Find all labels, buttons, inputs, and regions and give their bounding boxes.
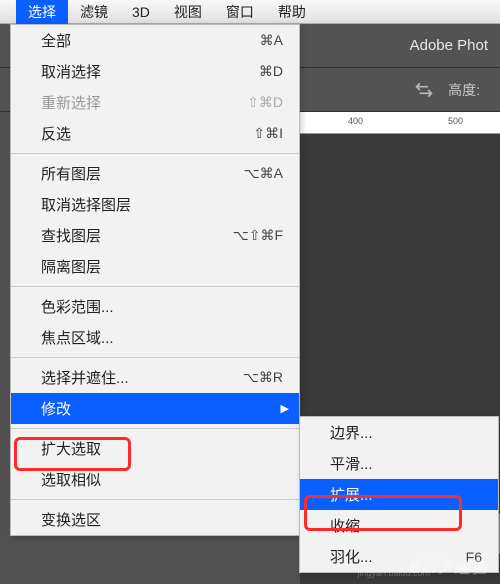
menubar-item-filter[interactable]: 滤镜: [68, 0, 120, 24]
menu-item-label: 选取相似: [41, 469, 101, 490]
menu-item-label: 隔离图层: [41, 256, 101, 277]
menu-item-label: 查找图层: [41, 225, 101, 246]
submenu-arrow-icon: ▶: [281, 402, 289, 415]
menu-item-label: 修改: [41, 398, 71, 419]
menu-item-label: 所有图层: [41, 163, 101, 184]
menu-shortcut: ⇧⌘D: [247, 94, 283, 111]
menu-separator: [11, 286, 299, 287]
watermark: Bai㐅经验: [409, 554, 488, 578]
submenu-item-label: 收缩...: [330, 515, 373, 536]
menubar-item-select[interactable]: 选择: [16, 0, 68, 24]
menu-item[interactable]: 色彩范围...: [11, 291, 299, 322]
menu-item-label: 反选: [41, 123, 71, 144]
submenu-item-label: 平滑...: [330, 453, 373, 474]
select-menu-dropdown: 全部 ⌘A 取消选择 ⌘D 重新选择 ⇧⌘D 反选 ⇧⌘I 所有图层 ⌥⌘A 取消选择图层查找图层 ⌥…: [10, 24, 300, 536]
menu-item[interactable]: 焦点区域...: [11, 322, 299, 353]
menu-item[interactable]: 选取相似: [11, 464, 299, 495]
menu-item-label: 取消选择图层: [41, 194, 131, 215]
ruler: 400 500: [300, 112, 500, 134]
menu-item[interactable]: 取消选择图层: [11, 189, 299, 220]
swap-icon[interactable]: [414, 80, 434, 100]
submenu-item-label: 边界...: [330, 422, 373, 443]
menu-separator: [11, 499, 299, 500]
app-title: Adobe Phot: [410, 37, 488, 54]
menu-item-label: 变换选区: [41, 509, 101, 530]
submenu-item[interactable]: 平滑...: [300, 448, 498, 479]
menu-shortcut: ⇧⌘I: [253, 125, 283, 142]
menu-item[interactable]: 取消选择 ⌘D: [11, 56, 299, 87]
menu-item[interactable]: 查找图层 ⌥⇧⌘F: [11, 220, 299, 251]
menu-item-label: 重新选择: [41, 92, 101, 113]
submenu-item[interactable]: 扩展...: [300, 479, 498, 510]
menu-item[interactable]: 选择并遮住... ⌥⌘R: [11, 362, 299, 393]
menu-item-label: 焦点区域...: [41, 327, 114, 348]
menu-separator: [11, 357, 299, 358]
menu-item[interactable]: 所有图层 ⌥⌘A: [11, 158, 299, 189]
menu-item[interactable]: 变换选区: [11, 504, 299, 535]
submenu-item[interactable]: 收缩...: [300, 510, 498, 541]
menu-item: 重新选择 ⇧⌘D: [11, 87, 299, 118]
menu-item-label: 取消选择: [41, 61, 101, 82]
modify-submenu: 边界...平滑...扩展...收缩...羽化...F6: [299, 416, 499, 573]
menu-separator: [11, 428, 299, 429]
submenu-item-label: 羽化...: [330, 546, 373, 567]
menubar-item-window[interactable]: 窗口: [214, 0, 266, 24]
menubar-item-view[interactable]: 视图: [162, 0, 214, 24]
ruler-mark: 500: [448, 116, 463, 126]
menu-item[interactable]: 反选 ⇧⌘I: [11, 118, 299, 149]
menu-item[interactable]: 扩大选取: [11, 433, 299, 464]
menubar-item-3d[interactable]: 3D: [120, 2, 162, 22]
menubar: 选择 滤镜 3D 视图 窗口 帮助: [0, 0, 500, 24]
menu-shortcut: ⌥⇧⌘F: [233, 227, 283, 244]
submenu-item[interactable]: 边界...: [300, 417, 498, 448]
toolbar-height-label: 高度:: [448, 80, 480, 100]
submenu-item-label: 扩展...: [330, 484, 373, 505]
menu-item-label: 扩大选取: [41, 438, 101, 459]
menu-item-label: 选择并遮住...: [41, 367, 129, 388]
menu-item[interactable]: 全部 ⌘A: [11, 25, 299, 56]
ruler-mark: 400: [348, 116, 363, 126]
menu-shortcut: ⌥⌘A: [244, 165, 283, 182]
menubar-item-help[interactable]: 帮助: [266, 0, 318, 24]
menu-separator: [11, 153, 299, 154]
menu-item[interactable]: 修改 ▶: [11, 393, 299, 424]
menu-shortcut: ⌘A: [260, 32, 283, 49]
menu-item[interactable]: 隔离图层: [11, 251, 299, 282]
menu-item-label: 色彩范围...: [41, 296, 114, 317]
menu-shortcut: ⌘D: [259, 63, 283, 80]
menu-shortcut: ⌥⌘R: [243, 369, 283, 386]
menu-item-label: 全部: [41, 30, 71, 51]
